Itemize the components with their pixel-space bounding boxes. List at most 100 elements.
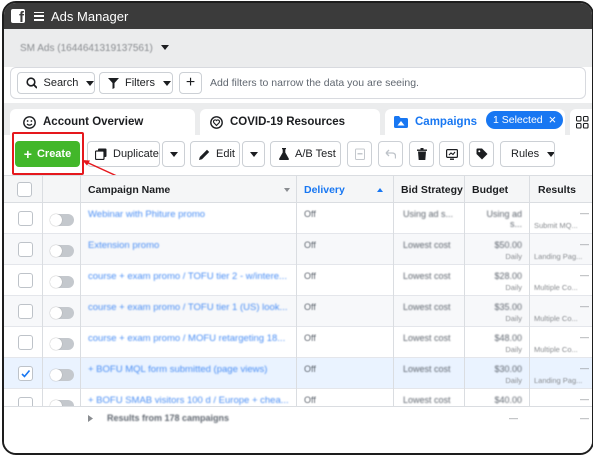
sort-up-icon[interactable]: [377, 188, 383, 192]
campaign-name-link[interactable]: course + exam promo / TOFU tier 1 (US) l…: [88, 302, 287, 313]
results-dash: —: [580, 332, 589, 342]
results-dash: —: [580, 394, 589, 404]
app-title: Ads Manager: [51, 8, 129, 24]
row-checkbox[interactable]: [18, 366, 33, 381]
smiley-icon: [23, 115, 36, 129]
delivery-status: Off: [304, 240, 316, 250]
chevron-down-icon: [249, 151, 258, 157]
delivery-status: Off: [304, 271, 316, 281]
table-row[interactable]: course + exam promo / MOFU retargeting 1…: [4, 327, 592, 358]
budget-value: $50.00: [494, 240, 522, 250]
grid-view-button[interactable]: [570, 109, 592, 135]
undo-button[interactable]: [378, 141, 403, 167]
search-button[interactable]: Search: [17, 72, 95, 94]
facebook-logo-icon[interactable]: f: [11, 9, 25, 23]
table-row[interactable]: + BOFU MQL form submitted (page views) Of…: [4, 358, 592, 389]
chevron-down-icon: [86, 80, 94, 86]
select-all-checkbox[interactable]: [17, 182, 32, 197]
chevron-down-icon: [547, 151, 554, 157]
row-checkbox[interactable]: [18, 335, 33, 350]
campaign-name-link[interactable]: + BOFU SMAB visitors 100 d / Europe + ch…: [88, 395, 289, 406]
preview-button[interactable]: [439, 141, 464, 167]
budget-period: Daily: [505, 376, 522, 385]
edit-label: Edit: [216, 148, 235, 160]
search-icon: [26, 77, 38, 89]
table-row[interactable]: course + exam promo / TOFU tier 1 (US) l…: [4, 296, 592, 327]
budget-value: $35.00: [494, 302, 522, 312]
column-bid-strategy[interactable]: Bid Strategy: [401, 184, 463, 196]
result-type: Submit MQ...: [534, 221, 578, 230]
campaign-name-link[interactable]: Webinar with Phiture promo: [88, 209, 205, 220]
results-dash: —: [580, 363, 589, 373]
campaign-toggle[interactable]: [50, 307, 74, 319]
row-checkbox[interactable]: [18, 273, 33, 288]
preview-icon: [445, 148, 458, 160]
account-row: SM Ads (1644641319137561): [4, 29, 592, 67]
row-checkbox[interactable]: [18, 242, 33, 257]
column-budget[interactable]: Budget: [472, 184, 508, 196]
campaign-name-link[interactable]: Extension promo: [88, 240, 159, 251]
chevron-right-icon[interactable]: [88, 415, 93, 422]
column-delivery[interactable]: Delivery: [304, 184, 345, 196]
add-filter-button[interactable]: +: [179, 72, 202, 94]
archive-button[interactable]: [347, 141, 372, 167]
row-checkbox[interactable]: [18, 304, 33, 319]
row-checkbox[interactable]: [18, 211, 33, 226]
edit-button[interactable]: Edit: [190, 141, 240, 167]
table-row[interactable]: Extension promo Off Lowest cost $50.00 Daily…: [4, 234, 592, 265]
column-campaign-name[interactable]: Campaign Name: [88, 184, 170, 196]
results-dash: —: [580, 239, 589, 249]
account-selector[interactable]: SM Ads (1644641319137561): [20, 43, 153, 54]
heart-icon: [210, 115, 223, 129]
campaign-toggle[interactable]: [50, 214, 74, 226]
duplicate-dropdown[interactable]: [162, 141, 185, 167]
bid-strategy: Lowest cost: [403, 240, 451, 250]
tab-covid-resources[interactable]: COVID-19 Resources: [200, 109, 380, 135]
campaign-name-link[interactable]: + BOFU MQL form submitted (page views): [88, 364, 267, 375]
edit-dropdown[interactable]: [242, 141, 265, 167]
budget-value: $30.00: [494, 364, 522, 374]
filters-button[interactable]: Filters: [99, 72, 173, 94]
bid-strategy: Lowest cost: [403, 395, 451, 405]
delivery-status: Off: [304, 209, 316, 219]
delivery-status: Off: [304, 364, 316, 374]
delivery-status: Off: [304, 395, 316, 405]
sort-down-icon[interactable]: [284, 188, 290, 192]
campaign-name-link[interactable]: course + exam promo / TOFU tier 2 - w/in…: [88, 271, 287, 282]
tag-button[interactable]: [469, 141, 494, 167]
results-summary: Results from 178 campaigns: [107, 413, 230, 423]
filter-hint: Add filters to narrow the data you are s…: [210, 77, 419, 89]
column-results[interactable]: Results: [538, 184, 576, 196]
budget-period: Daily: [505, 314, 522, 323]
close-icon[interactable]: ×: [549, 113, 557, 126]
rules-button[interactable]: Rules: [500, 141, 555, 167]
campaign-toggle[interactable]: [50, 245, 74, 257]
chevron-down-icon[interactable]: [161, 45, 169, 51]
budget-value: $40.00: [494, 395, 522, 405]
create-highlight-box: [12, 132, 84, 175]
folder-icon: [394, 116, 408, 128]
tag-icon: [476, 148, 487, 160]
budget-value: Using ad s...: [486, 209, 522, 229]
selected-count-badge[interactable]: 1 Selected ×: [486, 111, 564, 129]
campaign-toggle[interactable]: [50, 276, 74, 288]
budget-period: Daily: [505, 252, 522, 261]
result-type: Landing Pag...: [534, 252, 583, 261]
result-type: Landing Pag...: [534, 376, 583, 385]
bid-strategy: Lowest cost: [403, 302, 451, 312]
grid-icon: [576, 116, 589, 129]
table-row[interactable]: course + exam promo / TOFU tier 2 - w/in…: [4, 265, 592, 296]
table-row[interactable]: Webinar with Phiture promo Off Using ad s.…: [4, 203, 592, 234]
undo-icon: [385, 149, 396, 159]
campaign-toggle[interactable]: [50, 369, 74, 381]
archive-icon: [354, 148, 365, 160]
pencil-icon: [199, 149, 210, 160]
campaign-toggle[interactable]: [50, 338, 74, 350]
result-type: Multiple Co...: [534, 314, 578, 323]
ab-test-button[interactable]: A/B Test: [270, 141, 341, 167]
campaigns-table: Campaign Name Delivery Bid Strategy Budg…: [4, 175, 592, 453]
campaign-name-link[interactable]: course + exam promo / MOFU retargeting 1…: [88, 333, 285, 344]
menu-icon[interactable]: [34, 11, 44, 21]
ab-test-label: A/B Test: [295, 148, 336, 160]
delete-button[interactable]: [409, 141, 434, 167]
